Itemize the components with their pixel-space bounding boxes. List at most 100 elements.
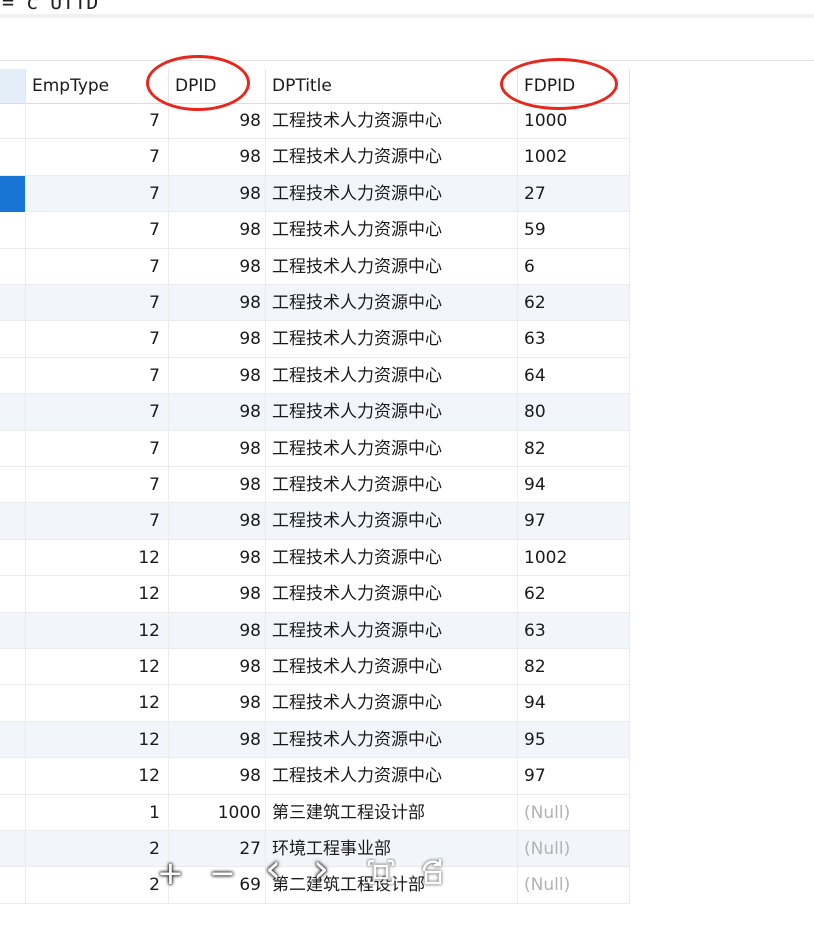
cell-fdpid[interactable]: 63 <box>518 612 630 649</box>
cell-dptitle[interactable]: 工程技术人力资源中心 <box>266 758 518 795</box>
cell-fdpid[interactable]: 64 <box>518 357 630 394</box>
cell-dptitle[interactable]: 工程技术人力资源中心 <box>266 139 518 176</box>
cell-dpid[interactable]: 98 <box>169 430 266 467</box>
previous-icon[interactable]: ‹ <box>265 849 281 889</box>
cell-emptype[interactable]: 7 <box>26 175 169 212</box>
cell-fdpid[interactable]: 82 <box>518 649 630 685</box>
cell-fdpid[interactable]: 62 <box>518 285 630 321</box>
cell-emptype[interactable]: 7 <box>26 467 169 503</box>
cell-dptitle[interactable]: 工程技术人力资源中心 <box>266 103 518 139</box>
table-row[interactable]: 7 98 工程技术人力资源中心 82 <box>0 430 630 467</box>
cell-dptitle[interactable]: 工程技术人力资源中心 <box>266 357 518 394</box>
table-row[interactable]: 12 98 工程技术人力资源中心 63 <box>0 612 630 649</box>
cell-fdpid[interactable]: 82 <box>518 430 630 467</box>
cell-dpid[interactable]: 98 <box>169 576 266 613</box>
cell-fdpid[interactable]: 1002 <box>518 139 630 176</box>
table-row[interactable]: 7 98 工程技术人力资源中心 80 <box>0 394 630 431</box>
cell-emptype[interactable]: 12 <box>26 758 169 795</box>
cell-dpid[interactable]: 98 <box>169 758 266 795</box>
row-selector[interactable] <box>0 467 26 503</box>
cell-emptype[interactable]: 12 <box>26 576 169 613</box>
row-selector[interactable] <box>0 758 26 795</box>
table-row[interactable]: 12 98 工程技术人力资源中心 62 <box>0 576 630 613</box>
cell-dpid[interactable]: 98 <box>169 394 266 431</box>
cell-dpid[interactable]: 98 <box>169 357 266 394</box>
cell-dpid[interactable]: 98 <box>169 467 266 503</box>
row-selector[interactable] <box>0 321 26 358</box>
table-row[interactable]: 7 98 工程技术人力资源中心 27 <box>0 175 630 213</box>
cell-fdpid[interactable]: 94 <box>518 467 630 503</box>
row-selector[interactable] <box>0 285 26 321</box>
cell-dptitle[interactable]: 工程技术人力资源中心 <box>266 430 518 467</box>
cell-dptitle[interactable]: 工程技术人力资源中心 <box>266 503 518 540</box>
zoom-out-icon[interactable]: − <box>209 857 236 889</box>
cell-emptype[interactable]: 12 <box>26 685 169 722</box>
cell-dptitle[interactable]: 工程技术人力资源中心 <box>266 212 518 249</box>
cell-fdpid[interactable]: (Null) <box>518 831 630 867</box>
row-selector[interactable] <box>0 175 26 212</box>
row-selector[interactable] <box>0 394 26 431</box>
next-icon[interactable]: › <box>313 849 329 889</box>
cell-fdpid[interactable]: 94 <box>518 685 630 722</box>
cell-emptype[interactable]: 1 <box>26 794 169 831</box>
row-selector[interactable] <box>0 721 26 758</box>
table-row[interactable]: 7 98 工程技术人力资源中心 1002 <box>0 139 630 176</box>
row-selector[interactable] <box>0 103 26 139</box>
cell-emptype[interactable]: 12 <box>26 649 169 685</box>
cell-dptitle[interactable]: 工程技术人力资源中心 <box>266 175 518 212</box>
cell-dptitle[interactable]: 工程技术人力资源中心 <box>266 539 518 576</box>
table-row[interactable]: 7 98 工程技术人力资源中心 64 <box>0 357 630 395</box>
cell-fdpid[interactable]: 80 <box>518 394 630 431</box>
cell-dptitle[interactable]: 工程技术人力资源中心 <box>266 685 518 722</box>
table-row[interactable]: 7 98 工程技术人力资源中心 97 <box>0 503 630 540</box>
table-row[interactable]: 12 98 工程技术人力资源中心 94 <box>0 685 630 722</box>
cell-dptitle[interactable]: 工程技术人力资源中心 <box>266 612 518 649</box>
table-row[interactable]: 12 98 工程技术人力资源中心 95 <box>0 721 630 759</box>
cell-dpid[interactable]: 98 <box>169 285 266 321</box>
cell-fdpid[interactable]: 97 <box>518 503 630 540</box>
row-selector-header[interactable] <box>0 69 26 103</box>
cell-fdpid[interactable]: (Null) <box>518 794 630 831</box>
cell-fdpid[interactable]: (Null) <box>518 867 630 904</box>
cell-dptitle[interactable]: 工程技术人力资源中心 <box>266 285 518 321</box>
cell-dpid[interactable]: 98 <box>169 212 266 249</box>
cell-emptype[interactable]: 7 <box>26 394 169 431</box>
row-selector[interactable] <box>0 576 26 613</box>
row-selector[interactable] <box>0 794 26 831</box>
cell-dpid[interactable]: 98 <box>169 248 266 285</box>
row-selector[interactable] <box>0 539 26 576</box>
cell-dptitle[interactable]: 工程技术人力资源中心 <box>266 394 518 431</box>
table-row[interactable]: 12 98 工程技术人力资源中心 82 <box>0 649 630 686</box>
cell-dpid[interactable]: 98 <box>169 649 266 685</box>
row-selector[interactable] <box>0 248 26 285</box>
cell-dptitle[interactable]: 工程技术人力资源中心 <box>266 467 518 503</box>
cell-dpid[interactable]: 98 <box>169 139 266 176</box>
cell-fdpid[interactable]: 63 <box>518 321 630 358</box>
cell-emptype[interactable]: 2 <box>26 831 169 867</box>
cell-emptype[interactable]: 7 <box>26 103 169 139</box>
zoom-in-icon[interactable]: + <box>157 857 184 889</box>
cell-emptype[interactable]: 12 <box>26 721 169 758</box>
row-selector[interactable] <box>0 649 26 685</box>
table-row[interactable]: 7 98 工程技术人力资源中心 1000 <box>0 103 630 140</box>
table-row[interactable]: 7 98 工程技术人力资源中心 94 <box>0 467 630 504</box>
row-selector[interactable] <box>0 212 26 249</box>
cell-dptitle[interactable]: 工程技术人力资源中心 <box>266 321 518 358</box>
row-selector[interactable] <box>0 357 26 394</box>
column-header-dptitle[interactable]: DPTitle <box>266 69 518 103</box>
table-row[interactable]: 1 1000 第三建筑工程设计部 (Null) <box>0 794 630 831</box>
table-row[interactable]: 7 98 工程技术人力资源中心 59 <box>0 212 630 249</box>
row-selector[interactable] <box>0 430 26 467</box>
cell-fdpid[interactable]: 1002 <box>518 539 630 576</box>
cell-emptype[interactable]: 7 <box>26 139 169 176</box>
cell-dptitle[interactable]: 工程技术人力资源中心 <box>266 721 518 758</box>
table-row[interactable]: 7 98 工程技术人力资源中心 6 <box>0 248 630 285</box>
cell-dptitle[interactable]: 工程技术人力资源中心 <box>266 576 518 613</box>
cell-fdpid[interactable]: 27 <box>518 175 630 212</box>
cell-dpid[interactable]: 98 <box>169 175 266 212</box>
row-selector[interactable] <box>0 831 26 867</box>
row-selector[interactable] <box>0 685 26 722</box>
cell-emptype[interactable]: 12 <box>26 612 169 649</box>
cell-fdpid[interactable]: 95 <box>518 721 630 758</box>
cell-dpid[interactable]: 98 <box>169 321 266 358</box>
